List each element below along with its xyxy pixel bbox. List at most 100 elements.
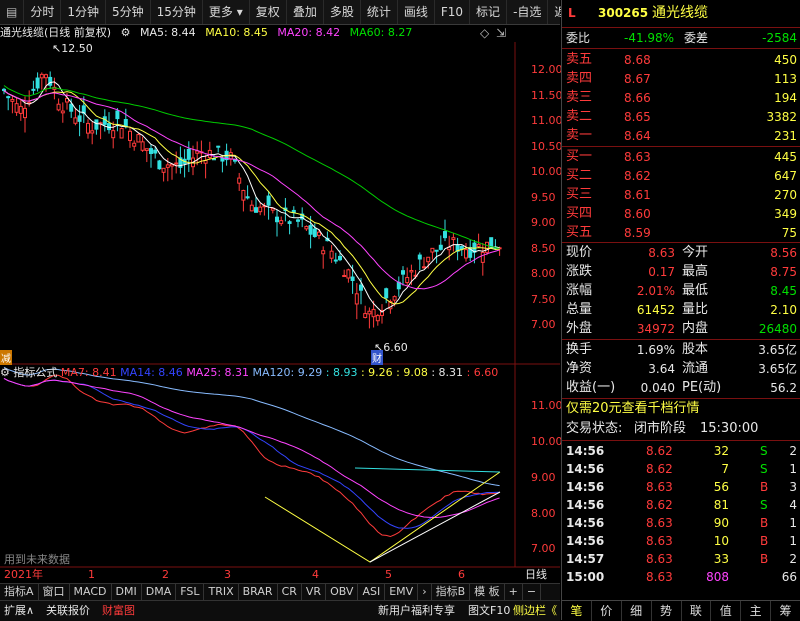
quote-row: 卖五 8.68 450 bbox=[562, 51, 800, 69]
window-menu-icon[interactable]: ▤ bbox=[0, 0, 25, 24]
weicha-label: 委差 bbox=[684, 31, 709, 45]
tab-brar[interactable]: BRAR bbox=[239, 584, 278, 600]
quote-row: 净资 3.64 流通 3.65亿 bbox=[562, 360, 800, 378]
stock-name: 通光线缆 bbox=[652, 5, 708, 21]
tab-more[interactable]: 更多 ▾ bbox=[203, 0, 250, 24]
tab-cr[interactable]: CR bbox=[278, 584, 302, 600]
tab-emv[interactable]: EMV bbox=[385, 584, 419, 600]
tab-trades[interactable]: 笔 bbox=[562, 601, 592, 621]
tab-15min[interactable]: 15分钟 bbox=[151, 0, 203, 24]
tab-window[interactable]: 窗口 bbox=[39, 584, 70, 600]
tab-macd[interactable]: MACD bbox=[70, 584, 112, 600]
ind-v2: : 9.26 bbox=[360, 366, 393, 379]
indicator-header: ⚙ 指标公式 MA7: 8.41 MA14: 8.46 MA25: 8.31 M… bbox=[0, 365, 515, 381]
tick-time: 14:56 bbox=[566, 462, 605, 476]
stat-label: 股本 bbox=[682, 342, 709, 357]
indicator-gear-icon[interactable]: ⚙ bbox=[0, 366, 10, 379]
stock-title-row: L 300265 通光线缆 bbox=[562, 4, 800, 24]
tab-1min[interactable]: 1分钟 bbox=[61, 0, 106, 24]
stock-code: 300265 bbox=[598, 6, 649, 20]
candle-body bbox=[128, 130, 132, 141]
event-marker-jian[interactable]: 减 bbox=[0, 350, 12, 365]
related-quotes-button[interactable]: 关联报价 bbox=[46, 601, 90, 621]
status-value: 闭市阶段 bbox=[634, 421, 687, 436]
year-label: 2021年 bbox=[4, 568, 43, 581]
tab-detail[interactable]: 细 bbox=[622, 601, 652, 621]
tab-value[interactable]: 值 bbox=[711, 601, 742, 621]
tab-fsl[interactable]: FSL bbox=[176, 584, 205, 600]
candle-body bbox=[367, 310, 372, 315]
tab-indicator-a[interactable]: 指标A bbox=[0, 584, 39, 600]
tick-price: 8.63 bbox=[646, 552, 673, 566]
diamond-icon[interactable]: ◇ bbox=[480, 26, 489, 40]
tab-price[interactable]: 价 bbox=[592, 601, 622, 621]
overlay-button[interactable]: 叠加 bbox=[287, 0, 324, 24]
month-label: 6 bbox=[458, 568, 465, 581]
period-label[interactable]: 日线 bbox=[525, 567, 547, 583]
tab-related[interactable]: 联 bbox=[682, 601, 712, 621]
candle-body bbox=[451, 237, 456, 240]
high-annotation: ↖12.50 bbox=[52, 42, 93, 55]
f10-button[interactable]: F10 bbox=[435, 0, 471, 24]
candle-body bbox=[216, 145, 221, 148]
tick-time: 14:57 bbox=[566, 552, 605, 566]
fuquan-button[interactable]: 复权 bbox=[250, 0, 287, 24]
mark-button[interactable]: 标记 bbox=[470, 0, 508, 24]
promo-row[interactable]: 仅需20元查看千档行情 bbox=[562, 400, 800, 418]
candle-body bbox=[10, 99, 15, 102]
indicator-name[interactable]: 指标公式 bbox=[13, 366, 57, 379]
tab-asi[interactable]: ASI bbox=[358, 584, 386, 600]
wealth-chart-button[interactable]: 财富图 bbox=[102, 601, 135, 621]
new-user-promo-link[interactable]: 新用户福利专享 bbox=[378, 601, 455, 621]
tick-side: S bbox=[760, 462, 768, 476]
tab-vr[interactable]: VR bbox=[302, 584, 327, 600]
quote-label: 量比 bbox=[682, 302, 709, 317]
quote-row: 涨跌 0.17 最高 8.75 bbox=[562, 263, 800, 281]
quote-row: 卖二 8.65 3382 bbox=[562, 108, 800, 126]
tab-dma[interactable]: DMA bbox=[142, 584, 177, 600]
event-marker-cai[interactable]: 财 bbox=[371, 350, 383, 365]
quote-value: 26480 bbox=[758, 322, 797, 336]
remove-window-button[interactable]: − bbox=[523, 584, 542, 600]
tab-trix[interactable]: TRIX bbox=[204, 584, 239, 600]
draw-line-button[interactable]: 画线 bbox=[398, 0, 435, 24]
quote-row: 买四 8.60 349 bbox=[562, 205, 800, 223]
tabs-next-icon[interactable]: › bbox=[418, 584, 432, 600]
tab-dmi[interactable]: DMI bbox=[112, 584, 142, 600]
settings-gear-icon[interactable]: ⚙ bbox=[121, 26, 131, 39]
tab-trend[interactable]: 势 bbox=[652, 601, 682, 621]
tab-indicator-b[interactable]: 指标B bbox=[432, 584, 471, 600]
expand-button[interactable]: 扩展∧ bbox=[4, 601, 34, 621]
ask-level-label: 卖三 bbox=[566, 90, 593, 105]
quote-row: 总量 61452 量比 2.10 bbox=[562, 301, 800, 319]
stats-button[interactable]: 统计 bbox=[361, 0, 398, 24]
quote-row: 买五 8.59 75 bbox=[562, 224, 800, 242]
promo-link[interactable]: 仅需20元查看千档行情 bbox=[566, 400, 700, 418]
candle-body bbox=[132, 142, 137, 147]
ind-v5: : 6.60 bbox=[466, 366, 499, 379]
candle-body bbox=[136, 134, 141, 143]
zoom-icon[interactable]: ⇲ bbox=[496, 26, 506, 40]
tab-chips[interactable]: 筹 bbox=[771, 601, 800, 621]
tab-obv[interactable]: OBV bbox=[326, 584, 359, 600]
tab-template[interactable]: 模 板 bbox=[470, 584, 505, 600]
add-window-button[interactable]: + bbox=[505, 584, 523, 600]
remove-watchlist-button[interactable]: -自选 bbox=[507, 0, 549, 24]
price-tick: 11.50 bbox=[531, 89, 563, 102]
ma60-value: MA60: 8.27 bbox=[349, 26, 413, 39]
tab-main[interactable]: 主 bbox=[741, 601, 772, 621]
kline-chart[interactable] bbox=[0, 42, 560, 583]
candle-body bbox=[317, 231, 321, 236]
bid-price: 8.59 bbox=[624, 226, 651, 240]
candle-body bbox=[275, 216, 279, 223]
stat-label: 流通 bbox=[682, 361, 709, 376]
tab-fenshi[interactable]: 分时 bbox=[24, 0, 62, 24]
f10-graphic-button[interactable]: 图文F10 bbox=[468, 601, 510, 621]
sidebar-toggle-button[interactable]: 侧边栏《 bbox=[513, 601, 557, 621]
ind-v4: : 8.31 bbox=[431, 366, 464, 379]
multi-stock-button[interactable]: 多股 bbox=[324, 0, 361, 24]
ask-price: 8.66 bbox=[624, 91, 651, 105]
tab-5min[interactable]: 5分钟 bbox=[106, 0, 151, 24]
candle-body bbox=[77, 115, 82, 122]
tick-volume: 10 bbox=[713, 534, 729, 548]
